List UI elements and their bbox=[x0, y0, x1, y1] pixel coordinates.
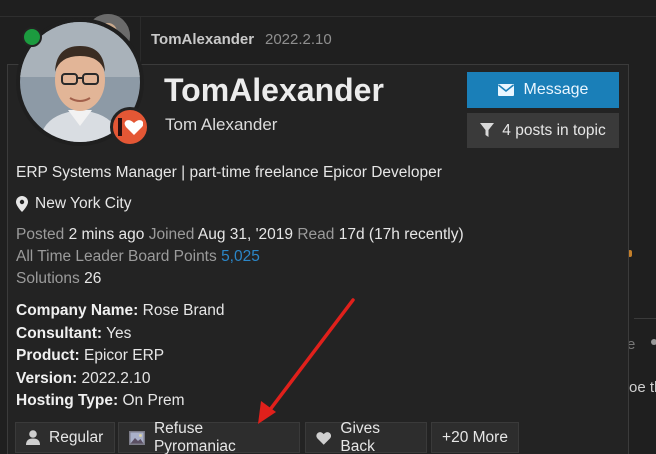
solutions-count: Solutions 26 bbox=[16, 270, 101, 288]
user-activity-stats: Posted 2 mins ago Joined Aug 31, '2019 R… bbox=[16, 226, 464, 244]
post-date[interactable]: 2022.2.10 bbox=[265, 31, 332, 48]
posted-label: Posted bbox=[16, 226, 65, 243]
read-value: 17d (17h recently) bbox=[338, 226, 464, 243]
post-edge-icon bbox=[651, 339, 656, 345]
field-company-name: Company Name: Rose Brand bbox=[16, 300, 224, 323]
post-body-fragment: oe th bbox=[629, 379, 656, 396]
user-icon bbox=[26, 430, 40, 445]
posted-value[interactable]: 2 mins ago bbox=[69, 226, 145, 243]
post-edge-divider bbox=[634, 318, 656, 319]
field-version: Version: 2022.2.10 bbox=[16, 368, 224, 391]
user-bio: ERP Systems Manager | part-time freelanc… bbox=[16, 164, 442, 181]
field-product: Product: Epicor ERP bbox=[16, 345, 224, 368]
badge-refuse-pyromaniac[interactable]: Refuse Pyromaniac bbox=[118, 419, 300, 454]
field-label: Consultant: bbox=[16, 324, 103, 342]
points-value-link[interactable]: 5,025 bbox=[221, 248, 260, 265]
message-button[interactable]: Message bbox=[467, 72, 619, 108]
more-badges-label: +20 More bbox=[442, 428, 508, 446]
badge-label: Refuse Pyromaniac bbox=[153, 419, 236, 454]
heart-icon bbox=[316, 431, 332, 445]
field-value: Yes bbox=[106, 324, 132, 342]
image-icon bbox=[129, 430, 145, 445]
field-label: Product: bbox=[16, 347, 80, 364]
filter-posts-button[interactable]: 4 posts in topic bbox=[467, 113, 619, 148]
read-label: Read bbox=[297, 226, 335, 243]
field-label: Hosting Type: bbox=[16, 392, 119, 409]
more-badges-button[interactable]: +20 More bbox=[431, 422, 519, 453]
field-label: Company Name: bbox=[16, 302, 139, 319]
badge-label: Gives Back bbox=[340, 419, 381, 454]
leaderboard-points: All Time Leader Board Points 5,025 bbox=[16, 248, 260, 266]
field-label: Version: bbox=[16, 369, 78, 387]
post-author-name[interactable]: TomAlexander bbox=[151, 31, 254, 48]
field-value: 2022.2.10 bbox=[81, 369, 151, 387]
badge-label: Regular bbox=[49, 428, 104, 446]
field-consultant: Consultant: Yes bbox=[16, 323, 224, 346]
badge-gives-back[interactable]: Gives Back bbox=[305, 419, 427, 454]
online-status-dot bbox=[22, 27, 42, 47]
points-label: All Time Leader Board Points bbox=[16, 248, 217, 265]
user-card-username[interactable]: TomAlexander bbox=[164, 72, 384, 109]
user-card-full-name: Tom Alexander bbox=[165, 115, 278, 134]
field-value: Rose Brand bbox=[142, 302, 225, 319]
filter-icon bbox=[480, 123, 495, 137]
field-hosting-type: Hosting Type: On Prem bbox=[16, 390, 224, 413]
joined-label: Joined bbox=[148, 226, 195, 243]
filter-posts-label: 4 posts in topic bbox=[502, 121, 606, 139]
solutions-value: 26 bbox=[84, 270, 102, 287]
field-value: Epicor ERP bbox=[84, 347, 165, 364]
badge-regular[interactable]: Regular bbox=[15, 422, 115, 453]
message-button-label: Message bbox=[523, 81, 589, 98]
joined-value: Aug 31, '2019 bbox=[197, 226, 294, 243]
solutions-label: Solutions bbox=[16, 270, 80, 287]
user-custom-fields: Company Name: Rose Brand Consultant: Yes… bbox=[16, 300, 224, 413]
user-location: New York City bbox=[16, 195, 131, 213]
map-pin-icon bbox=[16, 196, 28, 212]
user-status-icon[interactable] bbox=[110, 107, 150, 147]
field-value: On Prem bbox=[122, 392, 185, 409]
user-location-text: New York City bbox=[35, 195, 132, 212]
envelope-icon bbox=[497, 84, 514, 96]
